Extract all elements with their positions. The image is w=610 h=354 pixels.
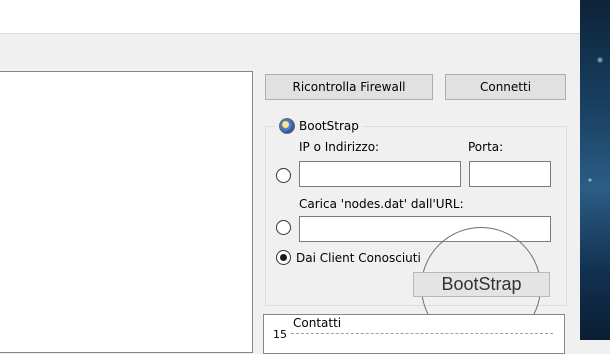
bootstrap-title-label: BootStrap [299,119,359,133]
radio-ip-address[interactable] [276,168,291,183]
port-input[interactable] [469,161,551,187]
port-label: Porta: [468,140,504,154]
bootstrap-icon [279,118,295,134]
known-clients-label: Dai Client Conosciuti [296,251,421,265]
contacts-title: Contatti [293,316,342,330]
bootstrap-group-title: BootStrap [275,116,363,136]
main-content-panel [0,71,253,353]
ip-address-input[interactable] [299,161,461,187]
recheck-firewall-button[interactable]: Ricontrolla Firewall [265,74,433,100]
radio-known-clients[interactable] [276,250,291,265]
contacts-count: 15 [273,328,287,341]
ip-address-label: IP o Indirizzo: [299,140,380,154]
nodes-url-label: Carica 'nodes.dat' dall'URL: [299,197,464,211]
window-top-area [0,0,580,34]
desktop-background [580,0,610,340]
radio-nodes-url[interactable] [276,220,291,235]
bootstrap-button[interactable]: BootStrap [413,272,550,297]
connect-button[interactable]: Connetti [445,74,566,100]
contacts-divider [291,333,553,334]
